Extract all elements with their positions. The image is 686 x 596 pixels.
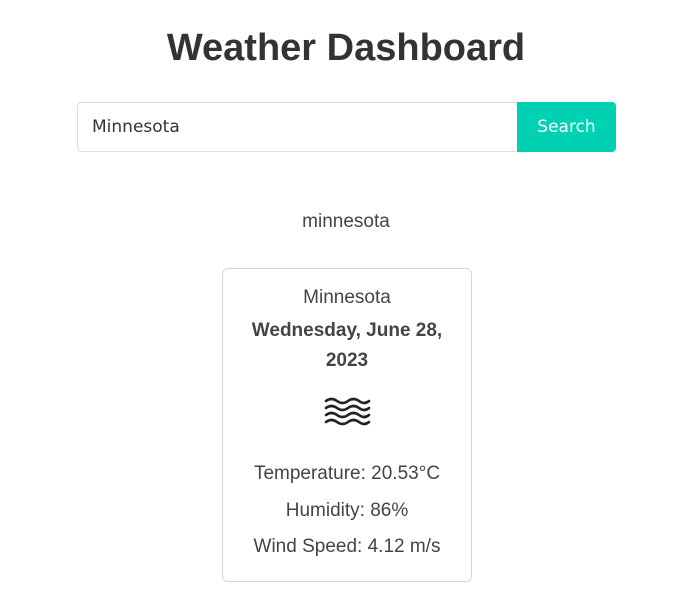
searched-location-label: minnesota [302,211,390,232]
humidity-value: Humidity: 86% [285,500,409,521]
temperature-value: Temperature: 20.53°C [253,463,441,484]
search-bar: Search [77,102,616,152]
page-title: Weather Dashboard [166,27,526,69]
search-button[interactable]: Search [517,102,616,152]
card-date: Wednesday, June 28, 2023 [251,320,443,371]
mist-icon [223,394,471,434]
weather-card: Minnesota Wednesday, June 28, 2023 Tempe… [222,268,472,582]
card-city: Minnesota [303,287,391,308]
search-input[interactable] [77,102,517,152]
wind-speed-value: Wind Speed: 4.12 m/s [253,536,441,557]
